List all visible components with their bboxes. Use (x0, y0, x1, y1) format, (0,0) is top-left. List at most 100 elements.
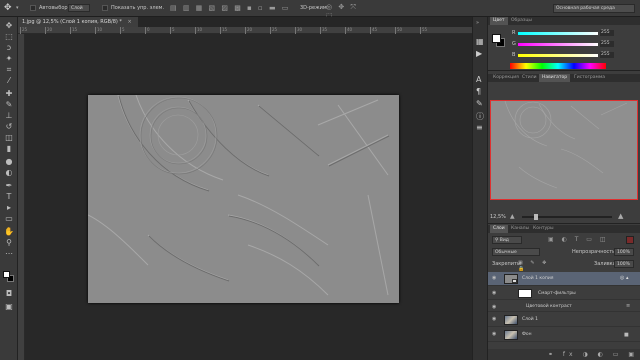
type-tool-icon[interactable]: T (4, 192, 14, 201)
document-canvas[interactable] (88, 95, 399, 303)
layer-row[interactable]: ◉ Фон ■ (488, 328, 640, 342)
blur-tool-icon[interactable]: ● (4, 157, 14, 166)
red-slider[interactable] (518, 32, 598, 35)
screen-mode-icon[interactable]: ▣ (4, 302, 14, 311)
smart-filter-indicator-icon[interactable]: ◎ ▴ (620, 275, 628, 281)
clone-stamp-tool-icon[interactable]: ⊥ (4, 111, 14, 120)
zoom-out-icon[interactable]: ▲ (510, 213, 515, 220)
hand-tool-icon[interactable]: ✋ (4, 227, 14, 236)
magic-wand-tool-icon[interactable]: ✦ (4, 54, 14, 63)
info-icon[interactable]: ⓘ (476, 111, 485, 121)
filter-options-icon[interactable]: ≡ (626, 303, 630, 309)
fill-field[interactable]: 100% (614, 260, 634, 268)
layer-action-icons[interactable]: ⚭ fx ◑ ◐ ▭ ▣ 🗑 (548, 351, 640, 358)
crop-tool-icon[interactable]: ⌗ (4, 65, 14, 74)
horizontal-ruler[interactable]: 25 20 15 10 5 0 5 10 15 20 25 30 35 40 4… (18, 27, 472, 34)
ruler-tick: 35 (320, 27, 328, 34)
marquee-tool-icon[interactable]: ⬚ (4, 32, 14, 41)
mode-3d-buttons[interactable]: ◎ ✥ ⤧ ⬚ (326, 3, 366, 20)
layer-filter-icons[interactable]: ▣ ◐ T ▭ ◫ (548, 236, 618, 244)
close-icon[interactable]: × (128, 19, 132, 25)
filter-toggle[interactable] (626, 236, 634, 244)
quick-mask-icon[interactable]: ◘ (4, 289, 14, 298)
navigator-zoom-value[interactable]: 12,5% (490, 214, 506, 220)
green-value-field[interactable]: 255 (600, 41, 614, 47)
pen-tool-icon[interactable]: ✒ (4, 181, 14, 190)
blue-slider[interactable] (518, 54, 598, 57)
tab-navigator[interactable]: Навигатор (539, 74, 571, 82)
visibility-eye-icon[interactable]: ◉ (492, 316, 496, 322)
brush-tool-icon[interactable]: ✎ (4, 100, 14, 109)
layer-name[interactable]: Слой 1 копия (522, 276, 553, 281)
foreground-color-swatch[interactable] (3, 271, 10, 278)
visibility-eye-icon[interactable]: ◉ (492, 331, 496, 337)
properties-icon[interactable]: ≡ (476, 123, 485, 132)
navigator-preview[interactable] (490, 100, 638, 200)
layer-name[interactable]: Слой 1 (522, 317, 538, 322)
character-icon[interactable]: A (476, 75, 485, 84)
tab-paths[interactable]: Контуры (530, 225, 557, 233)
zoom-in-icon[interactable]: ▲ (618, 212, 623, 220)
tab-adjustments[interactable]: Коррекция (490, 74, 522, 82)
eyedropper-tool-icon[interactable]: ⁄ (4, 76, 14, 85)
auto-select-target-dropdown[interactable]: Слой (68, 4, 90, 12)
foreground-swatch[interactable] (492, 34, 501, 43)
zoom-tool-icon[interactable]: ⚲ (4, 238, 14, 247)
history-brush-tool-icon[interactable]: ↺ (4, 122, 14, 131)
visibility-eye-icon[interactable]: ◉ (492, 290, 496, 296)
zoom-slider-thumb[interactable] (534, 214, 538, 220)
layer-row[interactable]: ◉ Слой 1 (488, 313, 640, 327)
tab-histogram[interactable]: Гистограмма (571, 74, 608, 82)
collapse-icon[interactable]: » (476, 20, 479, 26)
path-selection-tool-icon[interactable]: ▸ (4, 203, 14, 212)
document-tab[interactable]: 1.jpg @ 12,5% (Слой 1 копия, RGB/8) * × (18, 17, 138, 27)
align-buttons[interactable]: ▤ ▥ ▦ ▧ ▨ ▩ ▪ ▫ ▬ ▭ (170, 4, 290, 13)
tab-styles[interactable]: Стили (519, 74, 540, 82)
lock-icons[interactable]: ▣ ✎ ✥ 🔒 (518, 260, 558, 272)
lock-icon: ■ (624, 332, 629, 338)
workspace-switcher[interactable]: Основная рабочая среда (553, 4, 635, 13)
red-value-field[interactable]: 255 (600, 30, 614, 36)
color-panel: Цвет Образцы R 255 G 255 B 255 (488, 17, 640, 71)
tab-channels[interactable]: Каналы (508, 225, 532, 233)
visibility-eye-icon[interactable]: ◉ (492, 304, 496, 310)
move-tool-icon[interactable]: ✥ (4, 21, 14, 30)
filter-mask-thumbnail[interactable] (518, 289, 532, 298)
auto-select-checkbox[interactable] (30, 5, 36, 11)
paragraph-icon[interactable]: ¶ (476, 87, 485, 96)
lasso-tool-icon[interactable]: ↄ (4, 43, 14, 52)
gradient-tool-icon[interactable]: ▮ (4, 144, 14, 153)
healing-brush-tool-icon[interactable]: ✚ (4, 89, 14, 98)
dodge-tool-icon[interactable]: ◐ (4, 168, 14, 177)
ruler-tick: 45 (370, 27, 378, 34)
tool-preset-dropdown[interactable]: ▾ (16, 5, 24, 11)
actions-icon[interactable]: ▶ (476, 49, 485, 58)
color-spectrum-bar[interactable] (510, 63, 606, 69)
shape-tool-icon[interactable]: ▭ (4, 214, 14, 223)
blend-mode-dropdown[interactable]: Обычные (492, 248, 540, 256)
tab-layers[interactable]: Слои (490, 225, 508, 233)
layer-name[interactable]: Фон (522, 332, 532, 337)
layer-row-selected[interactable]: ◉ Слой 1 копия ◎ ▴ (488, 272, 640, 286)
ruler-tick: 10 (95, 27, 103, 34)
eraser-tool-icon[interactable]: ◫ (4, 133, 14, 142)
zoom-slider[interactable] (522, 214, 612, 220)
green-slider[interactable] (518, 43, 598, 46)
visibility-eye-icon[interactable]: ◉ (492, 275, 496, 281)
more-tools-icon[interactable]: ⋯ (4, 249, 14, 258)
filter-row[interactable]: ◉ Цветовой контраст ≡ (488, 301, 640, 312)
show-transform-label: Показать упр. элем. (111, 5, 165, 11)
blue-value-field[interactable]: 255 (600, 52, 614, 58)
layer-filter-kind-dropdown[interactable]: ⚲ Вид (492, 236, 522, 244)
move-tool-icon[interactable]: ✥ (4, 3, 14, 13)
filter-name[interactable]: Цветовой контраст (526, 304, 572, 309)
opacity-field[interactable]: 100% (614, 248, 634, 256)
tab-color[interactable]: Цвет (490, 17, 508, 25)
show-transform-checkbox[interactable] (102, 5, 108, 11)
history-icon[interactable]: ▦ (476, 37, 485, 46)
brush-presets-icon[interactable]: ✎ (476, 99, 485, 108)
layers-bottom-bar: ⚭ fx ◑ ◐ ▭ ▣ 🗑 (488, 349, 640, 360)
vertical-ruler[interactable] (18, 34, 25, 360)
smart-filters-row[interactable]: ◉ Смарт-фильтры (488, 287, 640, 300)
tab-swatches[interactable]: Образцы (508, 17, 535, 25)
